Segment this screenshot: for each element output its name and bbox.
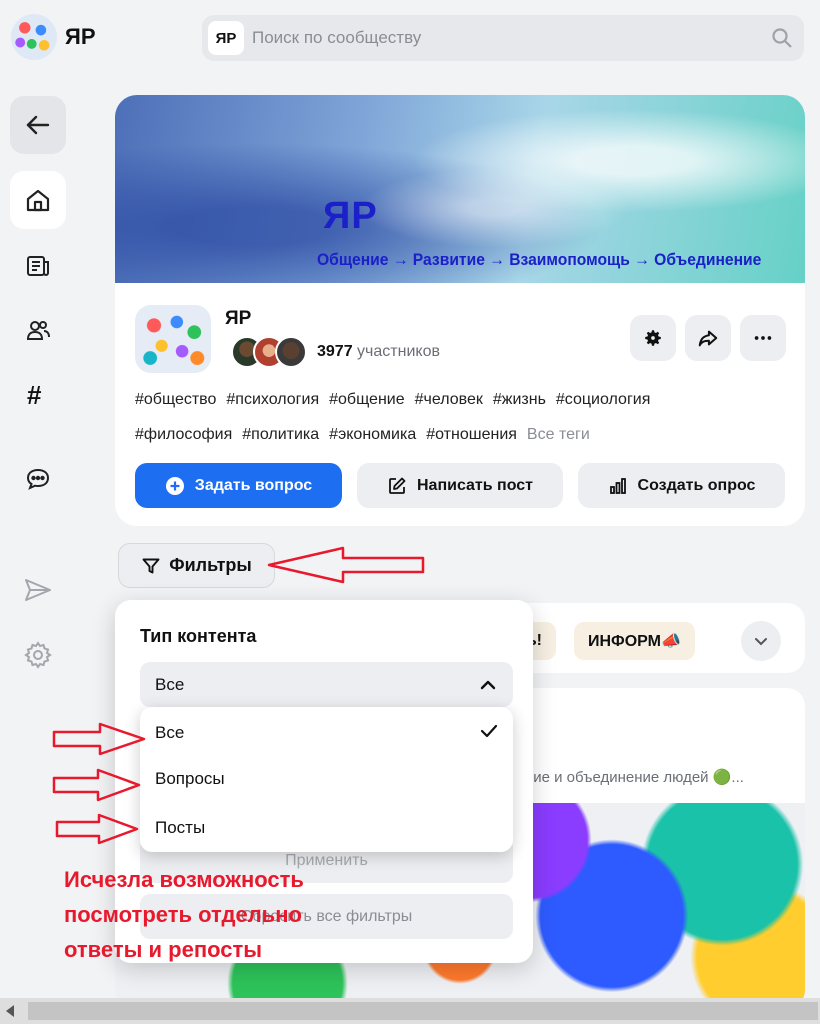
- hashtag-icon[interactable]: #: [27, 380, 41, 411]
- home-icon: [26, 189, 50, 212]
- annotation-line: посмотреть отдельно: [64, 902, 302, 927]
- more-button[interactable]: [740, 315, 786, 361]
- annotation-line: ответы и репосты: [64, 937, 263, 962]
- community-name: ЯР: [225, 308, 252, 329]
- filters-button[interactable]: Фильтры: [118, 543, 275, 588]
- annotation-arrow-right-icon: [52, 722, 146, 756]
- write-post-button[interactable]: Написать пост: [357, 463, 563, 508]
- back-button[interactable]: [10, 96, 66, 154]
- scrollbar-thumb[interactable]: [28, 1002, 818, 1020]
- annotation-note: Исчезла возможность посмотреть отдельно …: [64, 862, 304, 967]
- tag-link[interactable]: #общение: [329, 391, 405, 408]
- community-settings-button[interactable]: [630, 315, 676, 361]
- all-tags-link[interactable]: Все теги: [527, 426, 590, 443]
- write-post-label: Написать пост: [416, 476, 534, 494]
- arrow-left-icon: [26, 115, 50, 135]
- tag-link[interactable]: #философия: [135, 426, 232, 443]
- tag-link[interactable]: #экономика: [329, 426, 416, 443]
- bar-chart-icon: [609, 477, 626, 494]
- content-type-selected-value: Все: [155, 674, 185, 694]
- logo-text[interactable]: ЯР: [65, 24, 96, 50]
- ask-question-label: Задать вопрос: [194, 476, 313, 494]
- tag-link[interactable]: #жизнь: [493, 391, 546, 408]
- option-posts[interactable]: Посты: [155, 818, 205, 838]
- search-bar[interactable]: ЯР: [202, 15, 804, 61]
- content-type-title: Тип контента: [140, 626, 257, 646]
- banner-subtitle: Общение → Развитие → Взаимопомощь → Объе…: [317, 250, 762, 269]
- more-dots-icon: [754, 336, 772, 340]
- option-questions[interactable]: Вопросы: [155, 769, 225, 789]
- annotation-arrow-left-icon: [267, 546, 425, 584]
- create-poll-label: Создать опрос: [637, 476, 756, 494]
- member-avatar[interactable]: [275, 336, 307, 368]
- plus-circle-icon: [165, 476, 184, 495]
- chevron-up-icon: [480, 680, 496, 690]
- tag-link[interactable]: #социология: [556, 391, 650, 408]
- tags-row: #философия #политика #экономика #отношения В…: [135, 426, 795, 444]
- chat-bubble-icon[interactable]: [24, 465, 52, 493]
- tag-link[interactable]: #психология: [226, 391, 319, 408]
- search-icon[interactable]: [770, 26, 794, 50]
- home-button[interactable]: [10, 171, 66, 229]
- member-count[interactable]: 3977 участников: [317, 343, 440, 361]
- tags-row: #общество #психология #общение #человек #жиз…: [135, 391, 795, 409]
- people-icon[interactable]: [25, 317, 51, 343]
- annotation-arrow-right-icon: [55, 813, 139, 845]
- tag-link[interactable]: #политика: [242, 426, 319, 443]
- share-arrow-icon: [698, 330, 718, 347]
- checkmark-icon: [480, 724, 498, 738]
- tag-link[interactable]: #общество: [135, 391, 216, 408]
- feed-icon[interactable]: [25, 253, 51, 279]
- gear-icon: [645, 330, 661, 346]
- option-all[interactable]: Все: [155, 723, 184, 743]
- content-type-select[interactable]: Все: [140, 662, 513, 707]
- member-count-number: 3977: [317, 343, 353, 360]
- filter-funnel-icon: [142, 558, 160, 573]
- annotation-arrow-right-icon: [52, 768, 141, 802]
- search-input[interactable]: [252, 15, 752, 61]
- community-banner: ЯР Общение → Развитие → Взаимопомощь → О…: [115, 95, 805, 283]
- share-button[interactable]: [685, 315, 731, 361]
- member-count-label: участников: [357, 343, 440, 360]
- pencil-icon: [389, 477, 406, 494]
- top-bar: ЯР ЯР: [0, 0, 820, 76]
- filters-label: Фильтры: [169, 555, 252, 575]
- ask-question-button[interactable]: Задать вопрос: [135, 463, 342, 508]
- community-card: ЯР Общение → Развитие → Взаимопомощь → О…: [115, 95, 805, 526]
- post-description: витие и объединение людей 🟢...: [510, 769, 744, 786]
- tag-link[interactable]: #человек: [415, 391, 483, 408]
- banner-title: ЯР: [323, 195, 378, 237]
- create-poll-button[interactable]: Создать опрос: [578, 463, 785, 508]
- scroll-left-icon[interactable]: [6, 1005, 14, 1017]
- send-icon[interactable]: [23, 575, 53, 605]
- content-type-options: Все Вопросы Посты: [140, 707, 513, 852]
- search-community-badge: ЯР: [208, 21, 244, 55]
- tag-link[interactable]: #отношения: [426, 426, 517, 443]
- community-logo-icon[interactable]: [11, 14, 57, 60]
- topic-chip-inform[interactable]: ИНФОРМ📣: [574, 622, 695, 660]
- horizontal-scrollbar[interactable]: [0, 998, 820, 1024]
- expand-chips-button[interactable]: [741, 621, 781, 661]
- settings-gear-icon[interactable]: [23, 640, 53, 670]
- community-avatar: [135, 305, 211, 373]
- annotation-line: Исчезла возможность: [64, 867, 304, 892]
- chevron-down-icon: [755, 638, 767, 646]
